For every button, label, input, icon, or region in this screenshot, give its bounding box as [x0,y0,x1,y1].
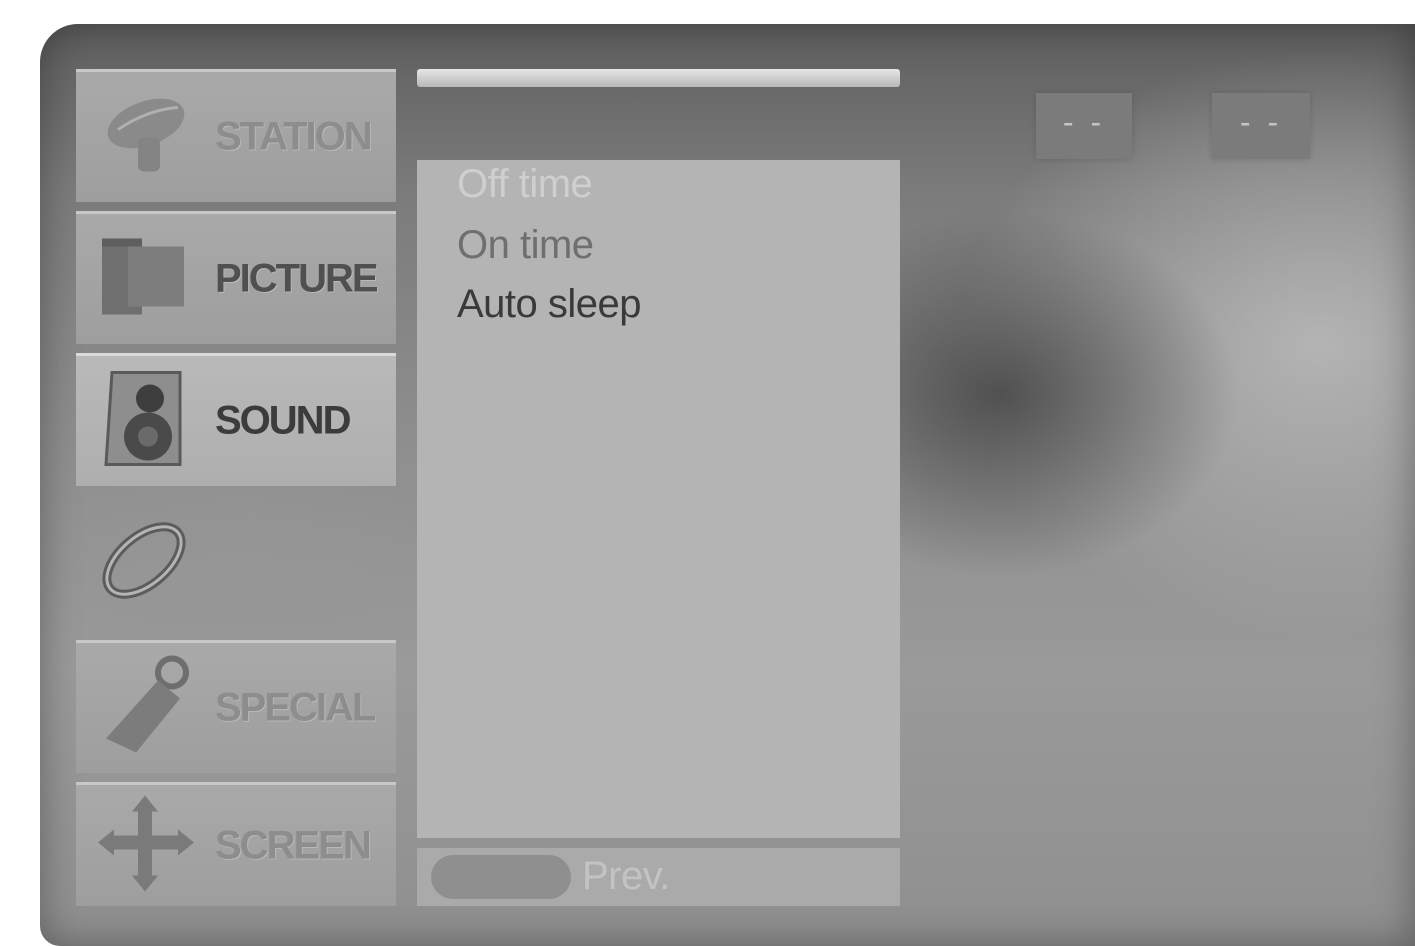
nav-item-picture[interactable]: PICTURE [76,211,396,344]
nav-label-special: SPECIAL [215,685,376,730]
minutes-display: - - [1212,93,1310,159]
nav-item-sound[interactable]: SOUND [76,353,396,486]
satellite-dish-icon [98,90,190,185]
prev-button-indicator[interactable] [431,855,571,899]
timer-ring-icon [98,515,194,610]
prev-label: Prev. [582,854,670,898]
nav-label-sound: SOUND [215,398,351,443]
submenu-footer: Prev. [417,848,900,906]
nav-item-special[interactable]: SPECIAL [76,640,396,773]
nav-label-station: STATION [215,114,373,159]
nav-item-screen[interactable]: SCREEN [76,782,396,906]
nav-label-picture: PICTURE [215,256,379,301]
nav-item-timer[interactable] [76,492,396,632]
tv-picture-icon [98,235,188,324]
submenu-item-on-time[interactable]: On time [457,223,594,268]
nav-label-screen: SCREEN [215,823,372,867]
hours-display: - - [1036,93,1132,159]
submenu-item-auto-sleep[interactable]: Auto sleep [457,282,642,327]
plug-icon [98,651,194,766]
nav-item-station[interactable]: STATION [76,69,396,202]
submenu-header-bar [417,69,900,87]
move-arrows-icon [98,795,194,896]
timer-submenu: Off time On time Auto sleep [417,160,900,838]
speaker-icon [98,369,188,474]
submenu-item-off-time[interactable]: Off time [457,162,593,207]
